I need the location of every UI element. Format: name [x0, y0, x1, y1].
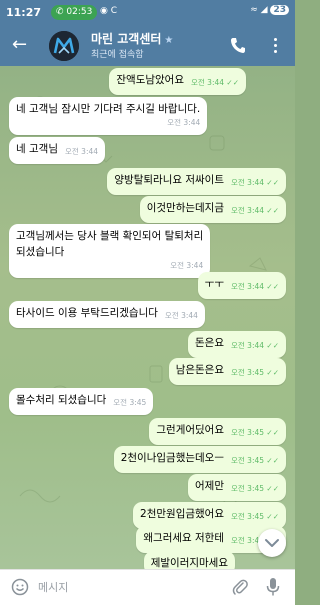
message-bubble[interactable]: 몰수처리 되셨습니다 오전 3:45: [9, 388, 154, 415]
message-text: 잔액도남았어요: [116, 74, 184, 86]
notification-icons: ◉ C: [100, 6, 117, 16]
chat-header: ← 마린 고객센터 ★ 최근에 접속함: [0, 26, 295, 66]
message-bubble[interactable]: ㅜㅜ 오전 3:44 ✓✓: [197, 272, 286, 299]
message-meta: 오전 3:45: [113, 398, 147, 407]
message-bubble[interactable]: 2천이나입금했는데오ㅡ 오전 3:45 ✓✓: [113, 446, 286, 473]
chevron-down-icon: [265, 539, 279, 547]
read-check-icon: ✓✓: [266, 206, 279, 215]
message-meta: 오전 3:45 ✓✓: [231, 456, 279, 465]
phone-icon[interactable]: [230, 36, 246, 58]
message-text: 남은돈은요: [175, 364, 224, 376]
read-check-icon: ✓✓: [266, 368, 279, 377]
message-bubble[interactable]: 고객님께서는 당사 블랙 확인되어 탈퇴처리 되셨습니다오전 3:44: [9, 224, 211, 278]
message-input[interactable]: [38, 576, 218, 598]
message-bubble[interactable]: 네 고객님 오전 3:44: [9, 137, 106, 164]
marine-logo: [49, 31, 79, 61]
message-text: 타사이드 이용 부탁드리겠습니다: [16, 307, 158, 319]
message-meta: 오전 3:45 ✓✓: [231, 512, 279, 521]
battery-icon: 23: [270, 5, 289, 15]
read-check-icon: ✓✓: [266, 484, 279, 493]
message-text: 양방탈퇴라니요 저싸이트: [114, 174, 224, 186]
microphone-icon[interactable]: [266, 577, 280, 601]
message-meta: 오전 3:45 ✓✓: [231, 368, 279, 377]
signal-icon: ◢: [260, 5, 268, 15]
scroll-down-button[interactable]: [258, 529, 286, 557]
message-text: 2천만원입금했어요: [140, 508, 224, 520]
message-bubble[interactable]: 남은돈은요 오전 3:45 ✓✓: [168, 358, 286, 385]
call-timer: 02:53: [66, 7, 93, 17]
message-composer: [0, 569, 295, 605]
message-text: ㅜㅜ: [204, 278, 224, 290]
message-text: 이것만하는데지금: [146, 202, 224, 214]
status-time: 11:27: [6, 6, 42, 19]
emoji-icon[interactable]: [11, 578, 29, 600]
message-meta: 오전 3:44 ✓✓: [191, 78, 239, 87]
message-text: 제발이러지마세요: [150, 557, 228, 569]
read-check-icon: ✓✓: [266, 428, 279, 437]
message-text: 몰수처리 되셨습니다: [16, 394, 107, 406]
call-timer-pill[interactable]: ✆ 02:53: [51, 5, 98, 20]
message-bubble[interactable]: 제발이러지마세요: [143, 551, 235, 569]
message-list[interactable]: 잔액도남았어요 오전 3:44 ✓✓ 네 고객님 잠시만 기다려 주시길 바랍니다…: [0, 66, 295, 569]
message-meta: 오전 3:44: [167, 118, 201, 127]
attach-icon[interactable]: [232, 578, 248, 600]
message-meta: 오전 3:45 ✓✓: [231, 428, 279, 437]
system-icons: ≈ ◢ 23: [250, 5, 289, 15]
message-bubble[interactable]: 2천만원입금했어요 오전 3:45 ✓✓: [133, 502, 286, 529]
message-meta: 오전 3:44: [170, 261, 204, 270]
message-meta: 오전 3:45 ✓✓: [231, 484, 279, 493]
message-bubble[interactable]: 타사이드 이용 부탁드리겠습니다 오전 3:44: [9, 301, 205, 328]
message-text: 고객님께서는 당사 블랙 확인되어 탈퇴처리 되셨습니다: [16, 230, 204, 258]
message-text: 돈은요: [195, 337, 224, 349]
read-check-icon: ✓✓: [266, 512, 279, 521]
verified-star-icon: ★: [164, 35, 174, 46]
wifi-icon: ≈: [250, 5, 258, 15]
read-check-icon: ✓✓: [266, 282, 279, 291]
message-meta: 오전 3:44 ✓✓: [231, 341, 279, 350]
message-text: 왜그러세요 저한테: [143, 532, 224, 544]
message-bubble[interactable]: 그런게어딨어요 오전 3:45 ✓✓: [149, 418, 286, 445]
message-meta: 오전 3:44: [64, 147, 99, 156]
message-bubble[interactable]: 양방탈퇴라니요 저싸이트 오전 3:44 ✓✓: [107, 168, 286, 195]
chat-title-text: 마린 고객센터: [91, 32, 162, 46]
message-meta: 오전 3:44 ✓✓: [231, 206, 279, 215]
message-meta: 오전 3:44: [164, 311, 198, 320]
chat-subtitle: 최근에 접속함: [91, 50, 144, 60]
back-arrow-icon[interactable]: ←: [12, 34, 27, 56]
read-check-icon: ✓✓: [226, 78, 239, 87]
message-meta: 오전 3:44 ✓✓: [231, 282, 279, 291]
message-bubble[interactable]: 이것만하는데지금 오전 3:44 ✓✓: [139, 196, 286, 223]
message-meta: 오전 3:44 ✓✓: [231, 178, 279, 187]
message-bubble[interactable]: 어제만 오전 3:45 ✓✓: [188, 474, 286, 501]
message-text: 어제만: [195, 480, 224, 492]
read-check-icon: ✓✓: [266, 456, 279, 465]
status-bar: 11:27 ✆ 02:53 ◉ C ≈ ◢ 23: [0, 0, 295, 26]
read-check-icon: ✓✓: [266, 341, 279, 350]
message-text: 그런게어딨어요: [156, 424, 224, 436]
message-bubble[interactable]: 잔액도남았어요 오전 3:44 ✓✓: [109, 68, 246, 95]
more-vertical-icon[interactable]: [268, 35, 282, 57]
read-check-icon: ✓✓: [266, 178, 279, 187]
message-bubble[interactable]: 돈은요 오전 3:44 ✓✓: [188, 331, 286, 358]
avatar[interactable]: [49, 31, 79, 61]
chat-title[interactable]: 마린 고객센터 ★: [91, 30, 173, 47]
message-bubble[interactable]: 네 고객님 잠시만 기다려 주시길 바랍니다. 오전 3:44: [9, 97, 208, 135]
message-text: 네 고객님: [16, 143, 58, 155]
message-text: 2천이나입금했는데오ㅡ: [120, 452, 224, 464]
